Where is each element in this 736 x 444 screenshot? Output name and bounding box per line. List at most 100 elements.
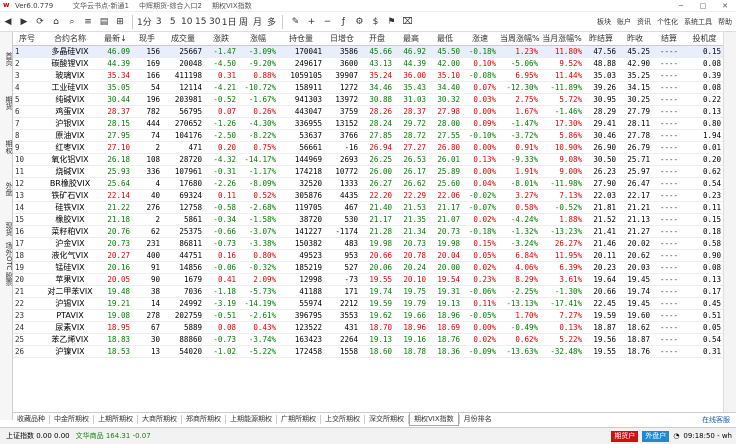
col-header-volume[interactable]: 成交量 <box>162 32 204 46</box>
table-row[interactable]: 16 菜籽粕VIX 20.76 62 25375 -0.66 -3.07% 141227 -11… <box>13 225 723 238</box>
table-row[interactable]: 6 鸡蛋VIX 28.37 782 56795 0.07 0.26% 443047 3759 28… <box>13 105 723 118</box>
sidenav-spot[interactable]: 现货 <box>0 222 13 236</box>
table-row[interactable]: 14 硅铁VIX 21.22 276 12758 -0.58 -2.68% 119705 467… <box>13 201 723 214</box>
table-row[interactable]: 10 氧化铝VIX 26.18 108 28720 -4.32 -14.17% 144969 2… <box>13 153 723 166</box>
col-header-speed[interactable]: 涨速 <box>462 32 498 46</box>
period-button[interactable]: 1分 <box>137 13 152 31</box>
table-row[interactable]: 24 尿素VIX 18.95 67 5889 0.08 0.43% 123522 431 18.7… <box>13 321 723 334</box>
lock-icon[interactable]: ⌧ <box>399 13 415 31</box>
col-header-index[interactable]: 序号 <box>13 32 41 46</box>
sidenav-futures[interactable]: 期货 <box>0 96 13 110</box>
menu-personalize[interactable]: 个性化 <box>657 17 678 27</box>
col-header-prev-close[interactable]: 昨收 <box>618 32 652 46</box>
title-tab-2[interactable]: 期权VIX指数 <box>212 1 252 11</box>
market-tab[interactable]: 广期所期权 <box>277 413 320 426</box>
foreign-account-badge[interactable]: 外盘户 <box>642 430 670 442</box>
col-header-last[interactable]: 最新↓ <box>99 32 132 46</box>
period-button[interactable]: 月 <box>250 13 264 31</box>
market-tab[interactable]: 中金所期权 <box>50 413 93 426</box>
zoom-out-icon[interactable]: − <box>319 13 335 31</box>
table-row[interactable]: 22 沪锡VIX 19.21 14 24992 -3.19 -14.19% 55974 2212… <box>13 297 723 310</box>
sidenav-home[interactable]: 首页 <box>0 52 13 66</box>
indicator-icon[interactable]: ƒ <box>335 13 351 31</box>
table-row[interactable]: 20 苹果VIX 20.05 90 1679 0.41 2.09% 12998 -73 19.55… <box>13 273 723 286</box>
maximize-icon[interactable]: □ <box>692 2 714 10</box>
draw-icon[interactable]: ✎ <box>287 13 303 31</box>
table-row[interactable]: 11 烧碱VIX 25.93 336 107961 -0.31 -1.17% 174218 10… <box>13 165 723 178</box>
table-row[interactable]: 8 原油VIX 27.95 74 104176 -2.50 -8.22% 53637 3766 2… <box>13 129 723 142</box>
menu-help[interactable]: 帮助 <box>718 17 732 27</box>
table-row[interactable]: 21 对二甲苯VIX 19.48 38 7036 -1.18 -5.73% 41188 171 1… <box>13 285 723 298</box>
table-row[interactable]: 7 沪银VIX 28.15 444 270652 -1.26 -4.30% 336955 131… <box>13 117 723 130</box>
home-icon[interactable]: ⌂ <box>48 13 64 31</box>
col-header-change[interactable]: 涨跌 <box>204 32 238 46</box>
table-row[interactable]: 4 工业硅VIX 35.05 54 12114 -4.21 -10.72% 158911 127… <box>13 81 723 94</box>
alert-icon[interactable]: ⚑ <box>383 13 399 31</box>
market-tab[interactable]: 月份排名 <box>460 413 496 426</box>
table-row[interactable]: 25 苯乙烯VIX 18.83 30 88860 -0.73 -3.74% 163423 226… <box>13 333 723 346</box>
grid-icon[interactable]: ⊞ <box>112 13 128 31</box>
period-button[interactable]: 10 <box>180 13 194 31</box>
period-button[interactable]: 1日 <box>222 13 237 31</box>
close-icon[interactable]: ✕ <box>714 2 736 10</box>
market-tab[interactable]: 大商所期权 <box>138 413 181 426</box>
sidenav-otc[interactable]: 场外OTC <box>0 242 13 270</box>
period-button[interactable]: 3 <box>152 13 166 31</box>
market-tab[interactable]: 期权VIX指数 <box>409 413 459 426</box>
forward-icon[interactable]: ▶ <box>16 13 32 31</box>
menu-account[interactable]: 账户 <box>617 17 631 27</box>
period-button[interactable]: 周 <box>236 13 250 31</box>
title-tab-0[interactable]: 文华云书点-新通1 <box>73 1 129 11</box>
table-row[interactable]: 18 液化气VIX 20.27 400 44751 0.16 0.80% 49523 953 20… <box>13 249 723 262</box>
table-row[interactable]: 2 碳酸锂VIX 44.39 169 20048 -4.50 -9.20% 249617 360… <box>13 57 723 70</box>
col-header-doi[interactable]: 日增仓 <box>324 32 360 46</box>
back-icon[interactable]: ◀ <box>0 13 16 31</box>
col-header-high[interactable]: 最高 <box>394 32 428 46</box>
col-header-week[interactable]: 当周涨幅% <box>498 32 540 46</box>
menu-tools[interactable]: 系统工具 <box>684 17 712 27</box>
market-tab[interactable]: 收藏品种 <box>13 413 49 426</box>
table-row[interactable]: 1 多晶硅VIX 46.09 156 25667 -1.47 -3.09% 170041 358… <box>13 45 723 58</box>
sidenav-options[interactable]: 期权 <box>0 140 13 154</box>
table-row[interactable]: 13 铁矿石VIX 22.14 40 69324 0.11 0.52% 305876 4435 2… <box>13 189 723 202</box>
col-header-hand[interactable]: 现手 <box>132 32 162 46</box>
menu-news[interactable]: 资讯 <box>637 17 651 27</box>
minimize-icon[interactable]: ─ <box>670 2 692 10</box>
table-row[interactable]: 3 玻璃VIX 35.34 166 411198 0.31 0.88% 1059105 3990… <box>13 69 723 82</box>
col-header-low[interactable]: 最低 <box>428 32 462 46</box>
table-row[interactable]: 17 沪金VIX 20.73 231 86811 -0.73 -3.38% 150382 483… <box>13 237 723 250</box>
sidenav-stocks[interactable]: 股票 <box>0 272 13 286</box>
search-icon[interactable]: ⌕ <box>64 13 80 31</box>
market-tab[interactable]: 郑商所期权 <box>182 413 225 426</box>
col-header-settle[interactable]: 结算 <box>652 32 686 46</box>
period-button[interactable]: 多 <box>264 13 278 31</box>
table-row[interactable]: 26 沪镍VIX 18.53 13 54020 -1.02 -5.22% 172458 1558… <box>13 345 723 358</box>
period-button[interactable]: 5 <box>166 13 180 31</box>
market-tab[interactable]: 深交所期权 <box>365 413 408 426</box>
settings-icon[interactable]: ⚙ <box>351 13 367 31</box>
table-row[interactable]: 12 BR橡胶VIX 25.64 4 17680 -2.26 -8.09% 32520 1333… <box>13 177 723 190</box>
col-header-spec[interactable]: 投机度 <box>686 32 723 46</box>
refresh-icon[interactable]: ⟳ <box>32 13 48 31</box>
order-icon[interactable]: $ <box>367 13 383 31</box>
col-header-open[interactable]: 开盘 <box>360 32 394 46</box>
sidenav-foreign[interactable]: 外盘 <box>0 182 13 196</box>
period-button[interactable]: 30 <box>208 13 222 31</box>
col-header-month[interactable]: 当月涨幅% <box>540 32 584 46</box>
market-tab[interactable]: 上期所期权 <box>94 413 137 426</box>
menu-sector[interactable]: 板块 <box>597 17 611 27</box>
col-header-oi[interactable]: 持仓量 <box>278 32 324 46</box>
table-row[interactable]: 9 红枣VIX 27.10 2 471 0.20 0.75% 56661 -16 26.94 27.… <box>13 141 723 154</box>
col-header-prev-settle[interactable]: 昨结算 <box>584 32 618 46</box>
table-row[interactable]: 23 PTAVIX 19.08 278 202759 -0.51 -2.61% 396795 3… <box>13 309 723 322</box>
list-icon[interactable]: ≡ <box>80 13 96 31</box>
col-header-pct[interactable]: 涨幅 <box>238 32 278 46</box>
table-row[interactable]: 5 纯碱VIX 30.44 196 203981 -0.52 -1.67% 941303 139… <box>13 93 723 106</box>
title-tab-1[interactable]: 中辉期货-综合入口2 <box>139 1 202 11</box>
col-header-name[interactable]: 合约名称 <box>41 32 99 46</box>
vertical-scrollbar[interactable] <box>723 32 736 412</box>
online-service-link[interactable]: 在线客服 <box>702 415 730 425</box>
zoom-in-icon[interactable]: + <box>303 13 319 31</box>
chart-icon[interactable]: ▤ <box>96 13 112 31</box>
market-tab[interactable]: 上期能源期权 <box>226 413 276 426</box>
